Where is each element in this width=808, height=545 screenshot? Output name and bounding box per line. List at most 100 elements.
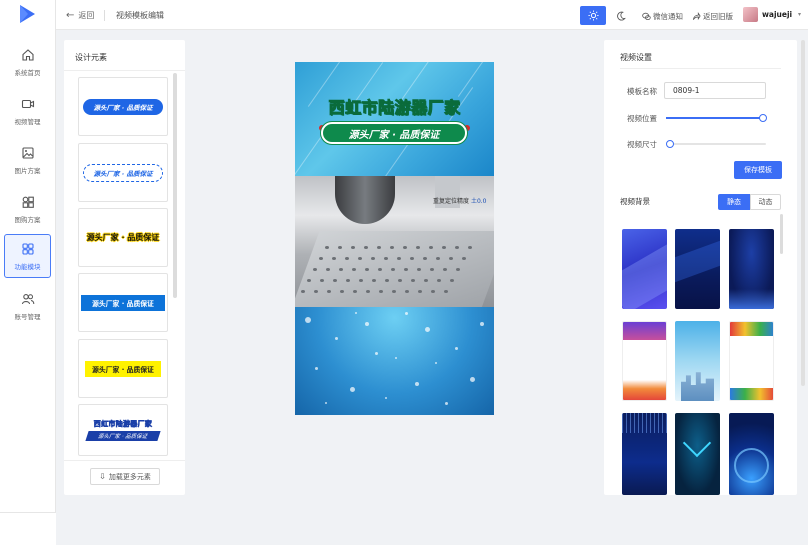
save-template-button[interactable]: 保存模板	[734, 161, 782, 179]
element-card[interactable]: 源头厂家 · 品质保证	[78, 208, 168, 267]
nav-item-image[interactable]: 图片方案	[4, 138, 51, 182]
tray-dot	[333, 279, 337, 282]
tray-dot	[325, 246, 329, 249]
decor	[623, 322, 666, 340]
preview-video-section[interactable]: 重复定位精度 土0.0	[295, 176, 494, 307]
tray-dot	[371, 257, 375, 260]
element-card[interactable]: 源头厂家 · 品质保证	[78, 273, 168, 332]
page-scrollbar[interactable]	[801, 40, 805, 386]
element-card[interactable]: 源头厂家 · 品质保证	[78, 77, 168, 136]
tray-dot	[351, 246, 355, 249]
video-preview-canvas[interactable]: 西虹市陆游器厂家 源头厂家 · 品质保证 重复定位精度 土0.0	[295, 62, 494, 415]
tray-dot	[392, 290, 396, 293]
tray-dot	[339, 268, 343, 271]
image-icon	[21, 146, 34, 159]
bokeh-dot	[365, 322, 369, 326]
nav-label: 图片方案	[14, 166, 41, 175]
preview-top-section[interactable]: 西虹市陆游器厂家 源头厂家 · 品质保证	[295, 62, 494, 187]
background-thumbnail[interactable]	[675, 321, 720, 401]
chevron-down-icon[interactable]: ▾	[798, 11, 801, 18]
background-thumbnail[interactable]	[622, 413, 667, 495]
tray-dot	[444, 290, 448, 293]
tray-dot	[417, 268, 421, 271]
dynamic-tab[interactable]: 动态	[750, 194, 781, 210]
preview-video-caption: 重复定位精度 土0.0	[433, 196, 486, 205]
tray-dot	[468, 246, 472, 249]
bokeh-dot	[470, 377, 475, 382]
background-thumbnail[interactable]	[729, 321, 774, 401]
tray-dot	[437, 279, 441, 282]
tray-dot	[332, 257, 336, 260]
tray-dot	[378, 268, 382, 271]
old-version-link[interactable]: 返回旧版	[692, 11, 733, 22]
nav-label: 账号管理	[14, 312, 41, 321]
scrollbar[interactable]	[780, 214, 783, 254]
element-title: 西虹市陆游器厂家	[93, 420, 153, 429]
nav-item-home[interactable]: 系统首页	[4, 40, 51, 84]
wechat-notify-link[interactable]: 微信通知	[642, 11, 683, 22]
tray-dot	[404, 268, 408, 271]
background-thumbnail[interactable]	[729, 413, 774, 495]
machine-roller	[335, 176, 395, 224]
caption-value: 土0.0	[470, 198, 487, 205]
username[interactable]: wajueji	[762, 10, 792, 19]
preview-title[interactable]: 西虹市陆游器厂家	[295, 94, 494, 118]
load-more-button[interactable]: ⇩ 加载更多元素	[90, 468, 160, 485]
decor	[457, 62, 494, 97]
sun-icon	[587, 10, 599, 21]
decor	[730, 322, 773, 336]
scrollbar[interactable]	[173, 73, 177, 298]
light-theme-button[interactable]	[580, 6, 606, 25]
nav-item-accounts[interactable]: 账号管理	[4, 284, 51, 328]
decor	[734, 448, 769, 483]
avatar[interactable]	[743, 7, 758, 22]
background-thumbnail[interactable]	[675, 229, 720, 309]
tray-dot	[462, 257, 466, 260]
tray-dot	[436, 257, 440, 260]
dark-theme-button[interactable]	[608, 6, 634, 25]
video-size-slider[interactable]	[666, 140, 766, 148]
element-card[interactable]: 西虹市陆游器厂家 源头厂家 · 品质保证	[78, 404, 168, 456]
background-thumbnail[interactable]	[729, 229, 774, 309]
breadcrumb: 视频模板编辑	[116, 11, 164, 20]
slider-knob[interactable]	[666, 140, 674, 148]
element-preview: 源头厂家 · 品质保证	[86, 233, 160, 242]
background-thumbnail[interactable]	[622, 321, 667, 401]
slider-fill	[666, 117, 763, 119]
tray-dot	[405, 290, 409, 293]
nav-item-group[interactable]: 图购方案	[4, 187, 51, 231]
tray-dot	[416, 246, 420, 249]
sidebar-footer	[0, 512, 56, 545]
template-name-input[interactable]: 0809-1	[664, 82, 766, 99]
tray-dot	[390, 246, 394, 249]
tray-dot	[379, 290, 383, 293]
decor	[623, 380, 666, 400]
sidebar: 系统首页 视频管理 图片方案 图购方案 功能模块 账号管理	[0, 0, 56, 545]
tray-dot	[365, 268, 369, 271]
slider-knob[interactable]	[759, 114, 767, 122]
panel-title: 视频设置	[620, 53, 652, 62]
element-preview: 源头厂家 · 品质保证	[83, 163, 163, 182]
nav-item-modules[interactable]: 功能模块	[4, 234, 51, 278]
video-position-slider[interactable]	[666, 114, 767, 122]
background-thumbnail[interactable]	[622, 229, 667, 309]
logo-icon[interactable]	[16, 3, 38, 25]
decor	[622, 413, 667, 433]
static-tab[interactable]: 静态	[718, 194, 750, 210]
modules-icon	[21, 242, 34, 255]
tray-dot	[301, 290, 305, 293]
background-thumbnail[interactable]	[675, 413, 720, 495]
preview-banner[interactable]: 源头厂家 · 品质保证	[321, 122, 467, 144]
top-bar: ← 返回 视频模板编辑 微信通知 返回旧版 wajueji ▾	[56, 0, 808, 30]
tray-dot	[398, 279, 402, 282]
back-button[interactable]: ← 返回	[66, 10, 94, 21]
preview-bottom-section[interactable]	[295, 307, 494, 415]
bokeh-dot	[315, 367, 318, 370]
element-card[interactable]: 源头厂家 · 品质保证	[78, 339, 168, 398]
element-card[interactable]: 源头厂家 · 品质保证	[78, 143, 168, 202]
tray-dot	[385, 279, 389, 282]
element-preview: 源头厂家 · 品质保证	[81, 294, 165, 311]
element-subtitle: 源头厂家 · 品质保证	[85, 431, 161, 441]
decor	[622, 244, 667, 309]
nav-item-video[interactable]: 视频管理	[4, 89, 51, 133]
